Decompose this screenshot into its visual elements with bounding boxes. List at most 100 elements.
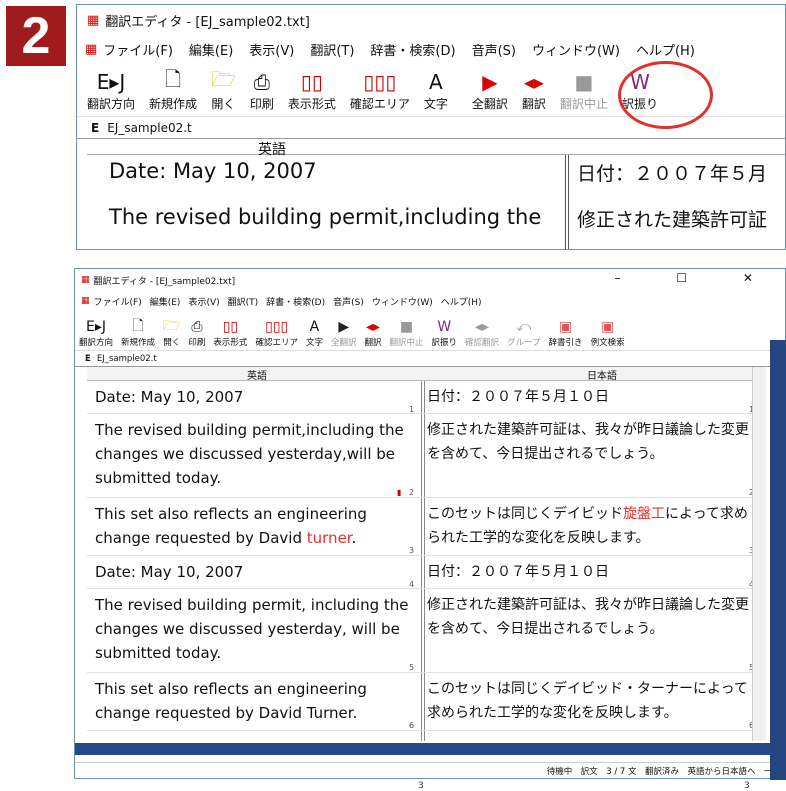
english-cell[interactable]: This set also reflects an engineering ch…: [95, 502, 415, 550]
zoom-display-button[interactable]: ▯▯ 表示形式: [288, 62, 336, 116]
label: 印刷: [188, 338, 206, 348]
confirm-area-splitter[interactable]: [75, 743, 785, 755]
zoom-confirm-area-button[interactable]: ▯▯▯ 確認エリア: [350, 62, 410, 116]
label: 開く: [211, 97, 236, 111]
zoom-print-button[interactable]: ⎙ 印刷: [250, 62, 274, 116]
zoom-menu-edit[interactable]: 編集(E): [189, 40, 233, 59]
menu-dict[interactable]: 辞書・検索(D): [266, 295, 325, 308]
zoom-menu-dict[interactable]: 辞書・検索(D): [370, 40, 455, 59]
table-row[interactable]: This set also reflects an engineering ch…: [87, 673, 763, 731]
label: 開く: [163, 338, 181, 348]
row-number: 3: [744, 781, 750, 791]
label: 翻訳中止: [389, 338, 424, 348]
japanese-cell[interactable]: 日付：２００７年５月１０日: [427, 560, 757, 584]
zoom-app-title: 翻訳エディタ - [EJ_sample02.txt]: [105, 14, 310, 30]
label: 翻訳方向: [79, 338, 114, 348]
example-icon: ▣: [600, 319, 615, 335]
zoom-grid: 英語 Date: May 10, 2007 日付：２００７年５月 The rev…: [77, 139, 785, 249]
confirm-icon: ◂▸: [475, 319, 490, 335]
app-icon: ▦: [81, 275, 90, 285]
japanese-cell[interactable]: 修正された建築許可証は、我々が昨日議論した変更を含めて、今日提出されるでしょう。: [427, 418, 757, 466]
window-controls[interactable]: – ☐ ✕: [615, 271, 779, 285]
menu-window[interactable]: ウィンドウ(W): [372, 295, 433, 308]
printer-icon: ⎙: [191, 319, 203, 335]
confirm-area-icon: ▯▯▯: [265, 319, 289, 335]
menu-help[interactable]: ヘルプ(H): [441, 295, 482, 308]
menu-bar: ▦ ファイル(F) 編集(E) 表示(V) 翻訳(T) 辞書・検索(D) 音声(…: [75, 291, 785, 311]
label: 文字: [423, 97, 448, 111]
display-button[interactable]: ▯▯ 表示形式: [213, 310, 247, 350]
group-icon: ⤺: [516, 319, 532, 335]
label: 印刷: [249, 97, 274, 111]
english-cell[interactable]: The revised building permit,including th…: [95, 418, 415, 490]
zoom-menu-voice[interactable]: 音声(S): [472, 40, 516, 59]
dictionary-button[interactable]: ▣ 辞書引き: [549, 310, 583, 350]
zoom-jp-row-1: 日付：２００７年５月: [577, 163, 768, 185]
japanese-cell[interactable]: このセットは同じくデイビッド旋盤工によって求められた工学的な変化を反映します。: [427, 502, 757, 550]
table-row[interactable]: Date: May 10, 2007 日付：２００７年５月１０日 1 1: [87, 381, 763, 414]
main-window: ▦ 翻訳エディタ - [EJ_sample02.txt] – ☐ ✕ ▦ ファイル…: [74, 268, 786, 779]
header-japanese: 日本語: [587, 371, 617, 382]
zoom-font-button[interactable]: A 文字: [424, 62, 448, 116]
new-doc-icon: 🗋: [164, 67, 182, 91]
japanese-cell[interactable]: 日付：２００７年５月１０日: [427, 385, 757, 409]
confirm-translate-button[interactable]: ◂▸ 確認翻訳: [465, 310, 499, 350]
menu-translate[interactable]: 翻訳(T): [228, 295, 259, 308]
label: 翻訳: [364, 338, 382, 348]
direction-icon: E▸J: [96, 70, 126, 94]
direction-button[interactable]: E▸J 翻訳方向: [79, 310, 113, 350]
translate-icon: ◂▸: [523, 70, 544, 94]
label: 訳振り: [431, 338, 458, 348]
japanese-cell[interactable]: このセットは同じくデイビッド・ターナーによって求められた工学的な変化を反映します…: [427, 677, 757, 725]
new-button[interactable]: 🗋 新規作成: [121, 310, 155, 350]
english-cell[interactable]: The revised building permit, including t…: [95, 593, 415, 665]
background-window-edge: [770, 340, 786, 780]
zoom-direction-button[interactable]: E▸J 翻訳方向: [87, 62, 135, 116]
zoom-translate-button[interactable]: ◂▸ 翻訳: [522, 62, 546, 116]
translate-icon: ◂▸: [365, 319, 381, 335]
zoom-menu-file[interactable]: ファイル(F): [103, 40, 173, 59]
english-cell[interactable]: Date: May 10, 2007: [95, 385, 415, 409]
table-row[interactable]: Date: May 10, 2007 日付：２００７年５月１０日 4 4: [87, 556, 763, 589]
english-cell[interactable]: Date: May 10, 2007: [95, 560, 415, 584]
label: 全翻訳: [330, 338, 357, 348]
app-icon: ▦: [87, 12, 100, 28]
assign-button[interactable]: W 訳振り: [432, 310, 458, 350]
translate-all-button[interactable]: ▶ 全翻訳: [331, 310, 357, 350]
menu-file[interactable]: ファイル(F): [94, 295, 142, 308]
menu-edit[interactable]: 編集(E): [150, 295, 181, 308]
vertical-scrollbar[interactable]: [752, 367, 766, 741]
table-row[interactable]: The revised building permit, including t…: [87, 589, 763, 673]
zoom-menu-translate[interactable]: 翻訳(T): [310, 40, 354, 59]
english-cell[interactable]: This set also reflects an engineering ch…: [95, 677, 415, 725]
table-row[interactable]: The revised building permit,including th…: [87, 414, 763, 498]
menu-view[interactable]: 表示(V): [188, 295, 219, 308]
print-button[interactable]: ⎙ 印刷: [188, 310, 205, 350]
zoom-stop-button[interactable]: ■ 翻訳中止: [560, 62, 608, 116]
example-search-button[interactable]: ▣ 例文検索: [591, 310, 625, 350]
zoomed-window: ▦ 翻訳エディタ - [EJ_sample02.txt] ▦ ファイル(F) 編集…: [76, 4, 786, 250]
font-button[interactable]: A 文字: [306, 310, 323, 350]
label: 表示形式: [287, 97, 336, 111]
unknown-word[interactable]: turner: [307, 529, 352, 547]
translate-button[interactable]: ◂▸ 翻訳: [364, 310, 381, 350]
confirm-area-button[interactable]: ▯▯▯ 確認エリア: [255, 310, 298, 350]
zoom-open-button[interactable]: 🗁 開く: [211, 62, 236, 116]
dictionary-icon: ▣: [558, 319, 573, 335]
zoom-title-bar: ▦ 翻訳エディタ - [EJ_sample02.txt]: [77, 5, 785, 35]
text: このセットは同じくデイビッド: [427, 506, 623, 522]
open-button[interactable]: 🗁 開く: [163, 310, 180, 350]
zoom-menu-help[interactable]: ヘルプ(H): [636, 40, 695, 59]
japanese-cell[interactable]: 修正された建築許可証は、我々が昨日議論した変更を含めて、今日提出されるでしょう。: [427, 593, 757, 641]
unknown-word[interactable]: 旋盤工: [623, 506, 665, 522]
doc-tab[interactable]: E EJ_sample02.t: [75, 351, 785, 367]
menu-voice[interactable]: 音声(S): [333, 295, 364, 308]
zoom-menu-view[interactable]: 表示(V): [249, 40, 294, 59]
zoom-menu-window[interactable]: ウィンドウ(W): [532, 40, 620, 59]
stop-button[interactable]: ■ 翻訳中止: [390, 310, 424, 350]
zoom-new-button[interactable]: 🗋 新規作成: [149, 62, 197, 116]
table-row[interactable]: This set also reflects an engineering ch…: [87, 498, 763, 556]
zoom-translate-all-button[interactable]: ▶ 全翻訳: [472, 62, 508, 116]
play-icon: ▶: [338, 319, 350, 335]
group-button[interactable]: ⤺ グループ: [507, 310, 541, 350]
